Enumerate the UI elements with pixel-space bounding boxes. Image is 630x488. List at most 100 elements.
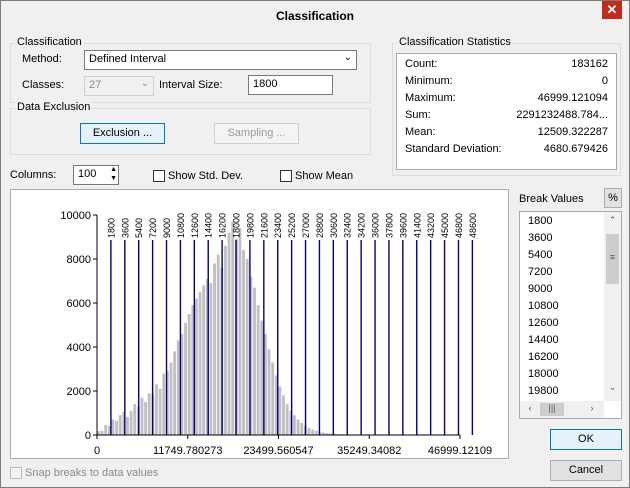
list-item[interactable]: 14400 <box>528 334 559 350</box>
histogram-bar <box>100 430 104 435</box>
list-item[interactable]: 19800 <box>528 385 559 401</box>
histogram-bar <box>144 402 148 435</box>
break-label: 25200 <box>287 213 297 238</box>
stat-label: Maximum: <box>405 92 456 104</box>
dialog-title: Classification <box>275 9 355 23</box>
break-label: 5400 <box>134 218 144 238</box>
y-tick-label: 4000 <box>67 342 91 354</box>
break-label: 36000 <box>371 213 381 238</box>
statistics-group-label: Classification Statistics <box>397 36 513 48</box>
show-mean-checkbox[interactable] <box>280 170 292 182</box>
stat-row-maximum: Maximum: 46999.121094 <box>405 92 608 108</box>
percent-button[interactable]: % <box>604 188 622 208</box>
grip-icon: ||| <box>548 403 556 413</box>
show-mean-label: Show Mean <box>295 170 354 182</box>
columns-label: Columns: <box>10 169 57 181</box>
histogram-panel[interactable]: 1800 3600 5400 7200 9000 10800 12600 14400 16200… <box>10 189 509 459</box>
y-tick-label: 8000 <box>67 254 91 266</box>
list-item[interactable]: 10800 <box>528 300 559 316</box>
break-label: 43200 <box>426 213 436 238</box>
method-select[interactable]: Defined Interval ⌄ <box>84 50 357 70</box>
spinner-up-icon[interactable]: ▲ <box>110 166 117 174</box>
list-item[interactable]: 16200 <box>528 351 559 367</box>
histogram-bar <box>111 419 115 435</box>
stat-value: 4680.679426 <box>543 143 608 155</box>
columns-input[interactable]: 100 ▲ ▼ <box>73 165 119 185</box>
scroll-up-icon[interactable]: ⌃ <box>604 215 621 226</box>
method-label: Method: <box>22 53 62 65</box>
list-item[interactable]: 9000 <box>528 283 552 299</box>
histogram-bar <box>173 351 177 435</box>
histogram-bar <box>296 419 300 435</box>
list-item[interactable]: 5400 <box>528 249 552 265</box>
break-label: 16200 <box>218 213 228 238</box>
break-label: 12600 <box>190 213 200 238</box>
classes-select[interactable]: 27 ⌄ <box>84 76 154 96</box>
histogram-bar <box>260 320 264 435</box>
stat-value: 183162 <box>571 58 608 70</box>
break-label: 23400 <box>273 213 283 238</box>
list-item[interactable]: 12600 <box>528 317 559 333</box>
histogram-bar <box>300 422 304 435</box>
list-item[interactable]: 3600 <box>528 232 552 248</box>
x-tick-label: 11749.780273 <box>153 445 223 457</box>
break-label: 10800 <box>176 213 186 238</box>
histogram-bar <box>115 420 118 435</box>
grip-icon: ≡ <box>609 252 616 262</box>
snap-breaks-label: Snap breaks to data values <box>25 467 159 479</box>
x-tick-label: 35249.34082 <box>337 445 401 457</box>
histogram-bar <box>162 373 166 435</box>
histogram-bar <box>282 395 285 435</box>
histogram-bar <box>253 287 256 435</box>
histogram-bar <box>216 254 220 435</box>
histogram-bar <box>227 232 231 435</box>
spinner-down-icon[interactable]: ▼ <box>110 175 117 183</box>
classification-group-label: Classification <box>15 36 84 48</box>
histogram-bar <box>202 285 206 435</box>
interval-size-label: Interval Size: <box>159 79 223 91</box>
histogram-bar <box>314 430 318 435</box>
method-value: Defined Interval <box>89 53 167 65</box>
title-bar: Classification ✕ <box>1 1 629 31</box>
scroll-left-icon[interactable]: ‹ <box>523 403 537 413</box>
snap-breaks-checkbox[interactable] <box>10 467 22 479</box>
break-label: 21600 <box>259 213 269 238</box>
exclusion-button[interactable]: Exclusion ... <box>80 123 165 144</box>
classes-value: 27 <box>89 79 102 91</box>
cancel-button[interactable]: Cancel <box>550 460 622 481</box>
stat-row-sum: Sum: 2291232488.784... <box>405 109 608 125</box>
sampling-button[interactable]: Sampling ... <box>214 123 299 144</box>
stat-value: 2291232488.784... <box>516 109 608 121</box>
histogram-bar <box>176 340 180 435</box>
scroll-right-icon[interactable]: › <box>585 403 599 413</box>
vertical-scrollbar[interactable]: ⌃ ≡ ⌄ <box>604 212 621 401</box>
histogram-bar <box>307 427 311 435</box>
list-item[interactable]: 7200 <box>528 266 552 282</box>
break-values-list[interactable]: 1800 3600 5400 7200 9000 10800 12600 144… <box>519 211 622 419</box>
show-std-dev-label: Show Std. Dev. <box>168 170 243 182</box>
ok-button[interactable]: OK <box>550 429 622 450</box>
stat-value: 0 <box>601 75 608 87</box>
break-label: 45000 <box>440 213 450 238</box>
list-item[interactable]: 18000 <box>528 368 559 384</box>
interval-size-input[interactable]: 1800 <box>248 75 333 95</box>
break-label: 3600 <box>120 218 130 238</box>
break-label: 1800 <box>106 218 116 238</box>
break-label: 39600 <box>398 213 408 238</box>
histogram-bar <box>271 362 275 435</box>
show-std-dev-checkbox[interactable] <box>153 170 165 182</box>
stat-label: Minimum: <box>405 75 453 87</box>
histogram-bar <box>140 397 144 435</box>
close-button[interactable]: ✕ <box>602 1 622 19</box>
list-item[interactable]: 1800 <box>528 215 552 231</box>
stat-label: Standard Deviation: <box>405 143 502 155</box>
break-label: 28800 <box>315 213 325 238</box>
histogram-bar <box>184 322 187 435</box>
x-tick-label: 46999.12109 <box>428 445 492 457</box>
data-exclusion-group-label: Data Exclusion <box>15 101 93 113</box>
histogram-bar <box>155 384 158 435</box>
horizontal-scrollbar[interactable]: ‹ ||| › <box>520 401 604 418</box>
scroll-down-icon[interactable]: ⌄ <box>604 382 621 393</box>
break-label: 41400 <box>412 213 422 238</box>
statistics-box: Count: 183162 Minimum: 0 Maximum: 46999.121… <box>396 53 617 170</box>
